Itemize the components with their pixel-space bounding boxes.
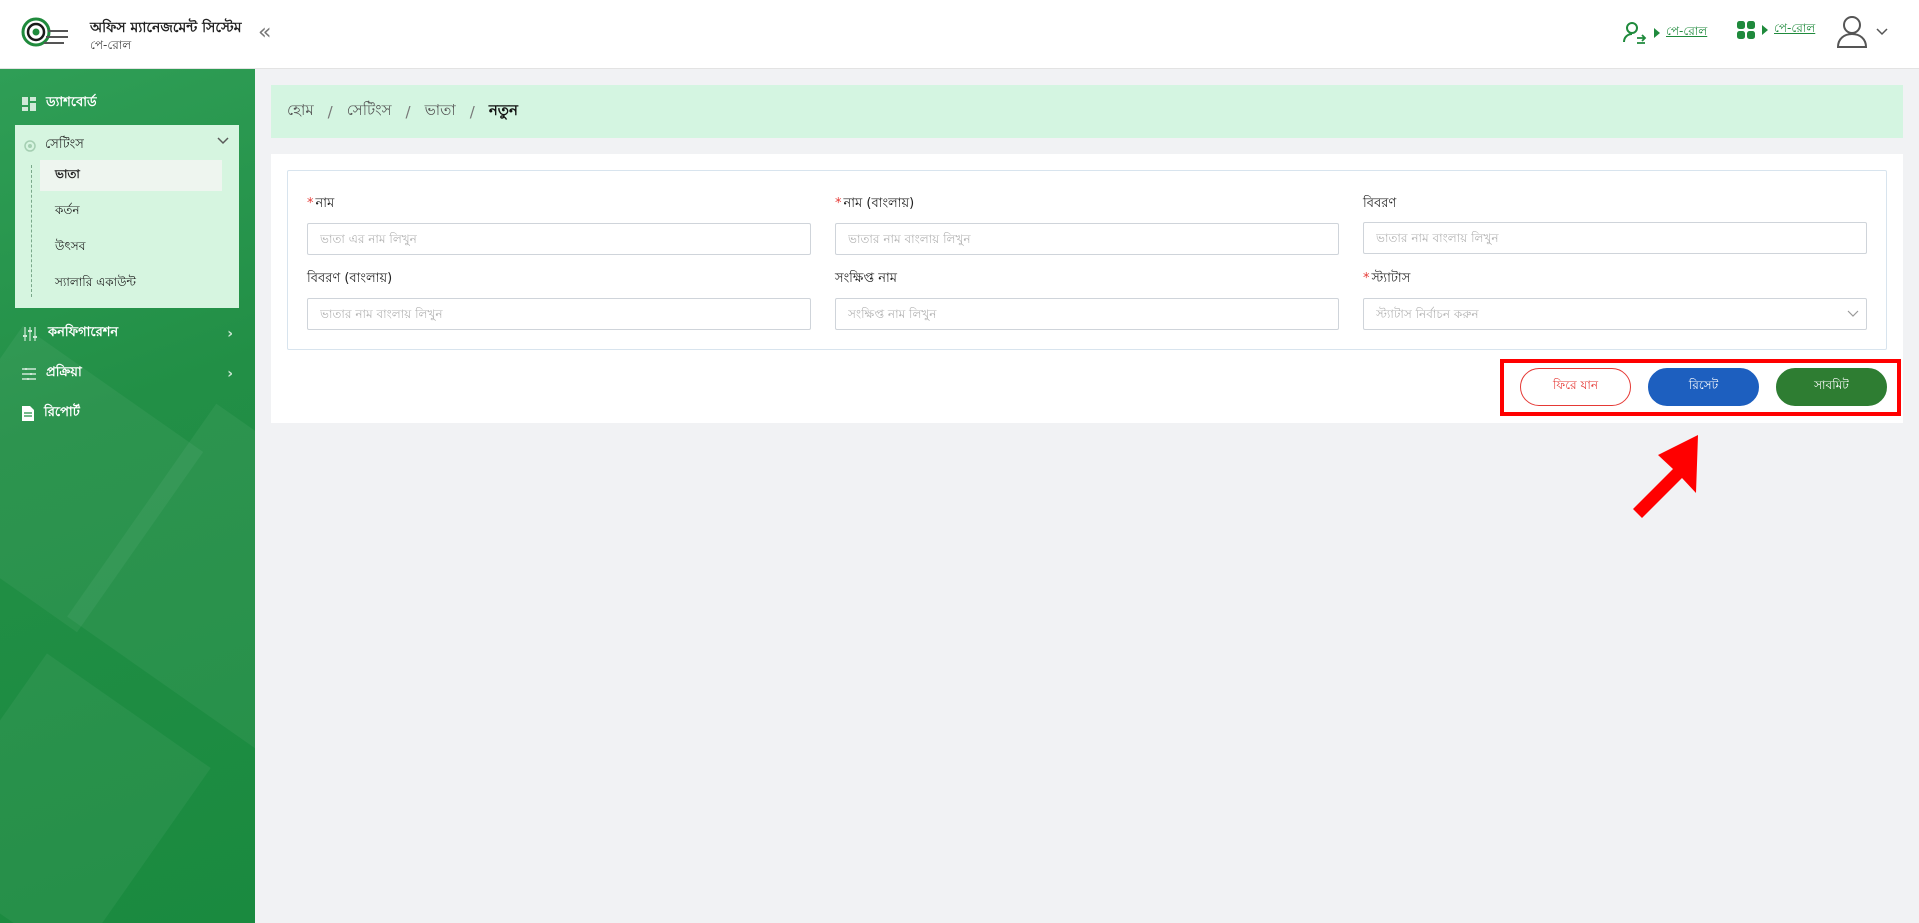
sidebar-item-report[interactable]: রিপোর্ট [22,403,80,424]
name-bangla-input[interactable] [835,223,1339,255]
chevron-right-icon: › [227,365,233,382]
user-switch-icon [1623,22,1647,44]
back-button[interactable]: ফিরে যান [1520,368,1631,406]
description-bangla-input[interactable] [307,298,811,330]
sidebar-item-label: কনফিগারেশন [48,325,119,340]
sidebar-subitem-allowance[interactable]: ভাতা [40,160,222,191]
name-input[interactable] [307,223,811,255]
status-label: * স্ট্যাটাস [1363,271,1411,286]
breadcrumb: হোম / সেটিংস / ভাতা / নতুন [271,85,1903,138]
chevron-down-icon[interactable] [1847,310,1859,318]
breadcrumb-allowance[interactable]: ভাতা [425,99,456,124]
required-marker: * [307,196,314,211]
sidebar-item-dashboard[interactable]: ড্যাশবোর্ড [22,93,97,114]
caret-right-icon [1762,25,1768,35]
breadcrumb-separator: / [327,102,333,121]
submit-button[interactable]: সাবমিট [1776,368,1887,406]
settings-icon [24,139,36,152]
user-menu[interactable] [1836,14,1888,48]
sidebar-item-label: রিপোর্ট [44,405,80,420]
breadcrumb-separator: / [469,102,475,121]
short-name-label: সংক্ষিপ্ত নাম [835,271,897,286]
breadcrumb-home[interactable]: হোম [287,99,314,124]
collapse-sidebar-icon[interactable]: « [258,22,271,44]
apps-grid-icon [1737,21,1755,39]
dashboard-icon [22,96,36,111]
name-label: * নাম [307,196,335,211]
header-link-payroll-1[interactable]: পে-রোল [1666,23,1707,43]
sliders-icon [23,326,37,341]
description-bangla-label: বিবরণ (বাংলায়) [307,271,393,286]
sidebar-item-process[interactable]: প্রক্রিয়া › [22,363,233,384]
description-label: বিবরণ [1363,196,1397,211]
caret-right-icon [1654,28,1660,38]
sidebar-subitem-deduction[interactable]: কর্তন [40,196,222,227]
breadcrumb-settings[interactable]: সেটিংস [347,99,392,124]
required-marker: * [1363,271,1370,286]
tree-line [31,165,32,297]
chevron-down-icon [1876,28,1888,36]
sidebar-item-settings[interactable]: সেটিংস [23,135,84,156]
chevron-right-icon: › [227,325,233,342]
sidebar-item-label: সেটিংস [45,137,84,152]
sidebar-settings-group: সেটিংস ভাতা কর্তন উৎসব স্যালারি একাউন্ট [15,125,239,308]
app-subtitle: পে-রোল [90,38,132,52]
list-icon [22,367,36,380]
user-avatar-icon [1836,16,1868,48]
header-apps[interactable]: পে-রোল [1736,20,1815,40]
header-link-payroll-2[interactable]: পে-রোল [1774,20,1815,40]
breadcrumb-separator: / [405,102,411,121]
name-bangla-label: * নাম (বাংলায়) [835,196,915,211]
chevron-down-icon[interactable] [217,135,229,145]
description-input[interactable] [1363,222,1867,254]
sidebar-subitem-salary-account[interactable]: স্যালারি একাউন্ট [40,268,222,299]
document-icon [22,406,34,421]
required-marker: * [835,196,842,211]
sidebar-item-configuration[interactable]: কনফিগারেশন › [22,323,233,344]
annotation-arrow-icon [1633,435,1698,518]
sidebar-item-label: ড্যাশবোর্ড [46,95,97,110]
form-container: *নাম *নাম (বাংলায়) বিবরণ বিবরণ (বাংলায়… [287,170,1887,350]
reset-button[interactable]: রিসেট [1648,368,1759,406]
logo [21,17,68,47]
breadcrumb-current: নতুন [488,101,518,119]
sidebar-item-label: প্রক্রিয়া [46,365,82,380]
sidebar-subitem-festival[interactable]: উৎসব [40,232,222,263]
status-select[interactable] [1363,298,1867,330]
header-payroll-switch[interactable]: পে-রোল [1622,20,1707,46]
sidebar: ড্যাশবোর্ড সেটিংস ভাতা কর্তন উৎসব স্যালা… [0,69,255,923]
top-header: অফিস ম্যানেজমেন্ট সিস্টেম পে-রোল « পে-রো… [0,0,1919,69]
short-name-input[interactable] [835,298,1339,330]
